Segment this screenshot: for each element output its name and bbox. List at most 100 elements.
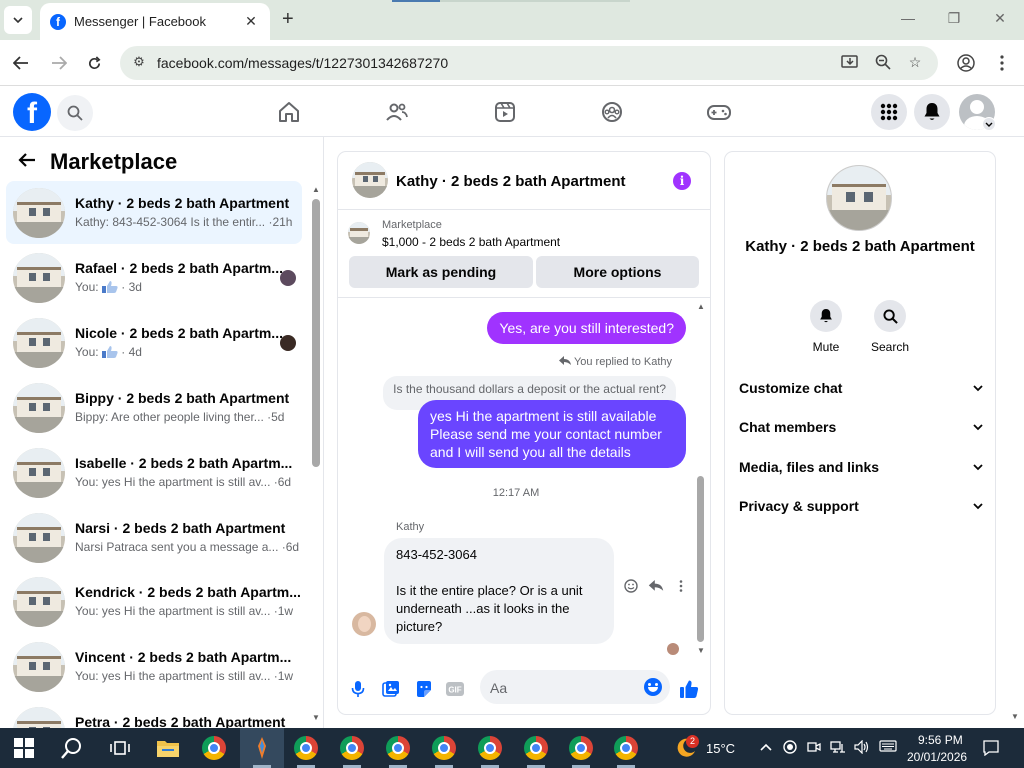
conversation-item-petra[interactable]: Petra · 2 beds 2 bath Apartment: [6, 700, 302, 728]
record-icon[interactable]: [782, 740, 798, 756]
outgoing-message[interactable]: Yes, are you still interested?: [487, 312, 686, 344]
back-button[interactable]: [10, 52, 32, 74]
chrome-profile-icon[interactable]: [338, 734, 366, 762]
search-action[interactable]: Search: [860, 300, 920, 354]
weather-temperature[interactable]: 15°C: [706, 741, 735, 756]
nav-video-button[interactable]: [490, 97, 520, 127]
minimize-icon[interactable]: —: [898, 10, 918, 26]
chat-avatar[interactable]: [352, 162, 388, 198]
bookmark-star-icon[interactable]: ☆: [905, 54, 925, 72]
chrome-profile-icon[interactable]: [567, 734, 595, 762]
keyboard-icon[interactable]: [879, 740, 897, 756]
browser-menu-button[interactable]: [991, 52, 1013, 74]
section-privacy-support[interactable]: Privacy & support: [739, 494, 983, 518]
back-arrow-icon[interactable]: [18, 151, 36, 174]
page-scroll-down-arrow-icon[interactable]: ▼: [1011, 712, 1019, 721]
arrow-right-icon: [52, 56, 67, 70]
browser-tab-messenger[interactable]: f Messenger | Facebook ✕: [40, 3, 270, 40]
menu-grid-button[interactable]: [871, 94, 907, 130]
sticker-icon[interactable]: [413, 678, 435, 700]
sidebar-scrollbar[interactable]: [312, 199, 320, 467]
chevron-down-icon: [973, 385, 983, 392]
section-customize-chat[interactable]: Customize chat: [739, 376, 983, 400]
chat-scrollbar[interactable]: [697, 476, 704, 642]
close-window-icon[interactable]: ✕: [990, 10, 1010, 27]
tab-close-icon[interactable]: ✕: [242, 13, 260, 30]
scroll-up-arrow-icon[interactable]: ▲: [697, 302, 705, 311]
scroll-down-arrow-icon[interactable]: ▼: [312, 713, 320, 722]
new-tab-button[interactable]: +: [282, 8, 294, 31]
search-icon[interactable]: [874, 300, 906, 332]
tab-search-button[interactable]: [4, 6, 32, 34]
windows-start-icon[interactable]: [14, 738, 34, 758]
mark-as-pending-button[interactable]: Mark as pending: [349, 256, 533, 288]
outgoing-message[interactable]: yes Hi the apartment is still available …: [418, 400, 686, 468]
more-options-button[interactable]: More options: [536, 256, 699, 288]
conversation-item-rafael[interactable]: Rafael · 2 beds 2 bath Apartm... You: · …: [6, 246, 302, 309]
network-icon[interactable]: [830, 740, 846, 756]
url-text[interactable]: facebook.com/messages/t/1227301342687270: [157, 55, 448, 71]
chrome-icon[interactable]: [200, 734, 228, 762]
chrome-profile-icon[interactable]: [430, 734, 458, 762]
volume-icon[interactable]: [854, 739, 870, 756]
conversation-item-kendrick[interactable]: Kendrick · 2 beds 2 bath Apartm... You: …: [6, 570, 302, 633]
photo-icon[interactable]: [380, 678, 402, 700]
conversation-item-isabelle[interactable]: Isabelle · 2 beds 2 bath Apartm... You: …: [6, 441, 302, 504]
conversation-item-vincent[interactable]: Vincent · 2 beds 2 bath Apartm... You: y…: [6, 635, 302, 698]
nav-home-button[interactable]: [274, 97, 304, 127]
facebook-search-button[interactable]: [57, 95, 93, 131]
section-chat-members[interactable]: Chat members: [739, 415, 983, 439]
conversation-item-bippy[interactable]: Bippy · 2 beds 2 bath Apartment Bippy: A…: [6, 376, 302, 439]
site-info-icon[interactable]: ⚙: [130, 54, 148, 72]
sender-avatar[interactable]: [352, 612, 376, 636]
tray-chevron-up-icon[interactable]: [758, 740, 774, 756]
clock-date[interactable]: 20/01/2026: [907, 750, 967, 764]
message-more-icon[interactable]: [672, 579, 690, 597]
gif-icon[interactable]: GIF: [444, 678, 466, 700]
address-bar[interactable]: ⚙ facebook.com/messages/t/12273013426872…: [120, 46, 938, 80]
chrome-profile-icon[interactable]: [476, 734, 504, 762]
chrome-icon[interactable]: [292, 734, 320, 762]
section-media-files-links[interactable]: Media, files and links: [739, 455, 983, 479]
info-icon[interactable]: i: [673, 172, 691, 190]
nav-groups-button[interactable]: [597, 97, 627, 127]
message-input[interactable]: Aa: [480, 670, 670, 704]
account-chevron-icon[interactable]: [982, 117, 996, 131]
microphone-icon[interactable]: [347, 678, 369, 700]
bell-icon[interactable]: [810, 300, 842, 332]
reload-button[interactable]: [83, 52, 105, 74]
like-send-button[interactable]: [678, 678, 700, 700]
conversation-item-nicole[interactable]: Nicole · 2 beds 2 bath Apartm... You: · …: [6, 311, 302, 374]
chat-title[interactable]: Kathy · 2 beds 2 bath Apartment: [396, 173, 625, 190]
install-app-icon[interactable]: [840, 54, 860, 72]
meet-now-icon[interactable]: [806, 740, 822, 756]
react-emoji-icon[interactable]: [622, 579, 640, 597]
reply-icon[interactable]: [647, 579, 665, 597]
nav-gaming-button[interactable]: [704, 97, 734, 127]
file-explorer-icon[interactable]: [154, 734, 182, 762]
scroll-up-arrow-icon[interactable]: ▲: [312, 185, 320, 194]
restore-icon[interactable]: ❐: [944, 10, 964, 27]
conversation-item-kathy[interactable]: Kathy · 2 beds 2 bath Apartment Kathy: 8…: [6, 181, 302, 244]
task-view-icon[interactable]: [106, 734, 134, 762]
chrome-profile-icon[interactable]: [522, 734, 550, 762]
incoming-message[interactable]: 843-452-3064 Is it the entire place? Or …: [384, 538, 614, 644]
facebook-logo-icon[interactable]: f: [13, 93, 51, 131]
scroll-down-arrow-icon[interactable]: ▼: [697, 646, 705, 655]
nav-friends-button[interactable]: [382, 97, 412, 127]
chrome-profile-icon[interactable]: [384, 734, 412, 762]
taskbar-search-icon[interactable]: [58, 734, 86, 762]
forward-button[interactable]: [48, 52, 70, 74]
listing-price-title[interactable]: $1,000 - 2 beds 2 bath Apartment: [382, 235, 560, 249]
emoji-icon[interactable]: [644, 678, 662, 696]
clock-time[interactable]: 9:56 PM: [918, 733, 963, 747]
profile-button[interactable]: [955, 52, 977, 74]
chrome-profile-icon[interactable]: [612, 734, 640, 762]
pinned-app-icon[interactable]: [248, 734, 276, 762]
mute-action[interactable]: Mute: [796, 300, 856, 354]
conversation-avatar[interactable]: [826, 165, 892, 231]
conversation-item-narsi[interactable]: Narsi · 2 beds 2 bath Apartment Narsi Pa…: [6, 506, 302, 569]
zoom-icon[interactable]: [873, 54, 893, 72]
notification-center-icon[interactable]: [983, 740, 999, 757]
notifications-button[interactable]: [914, 94, 950, 130]
